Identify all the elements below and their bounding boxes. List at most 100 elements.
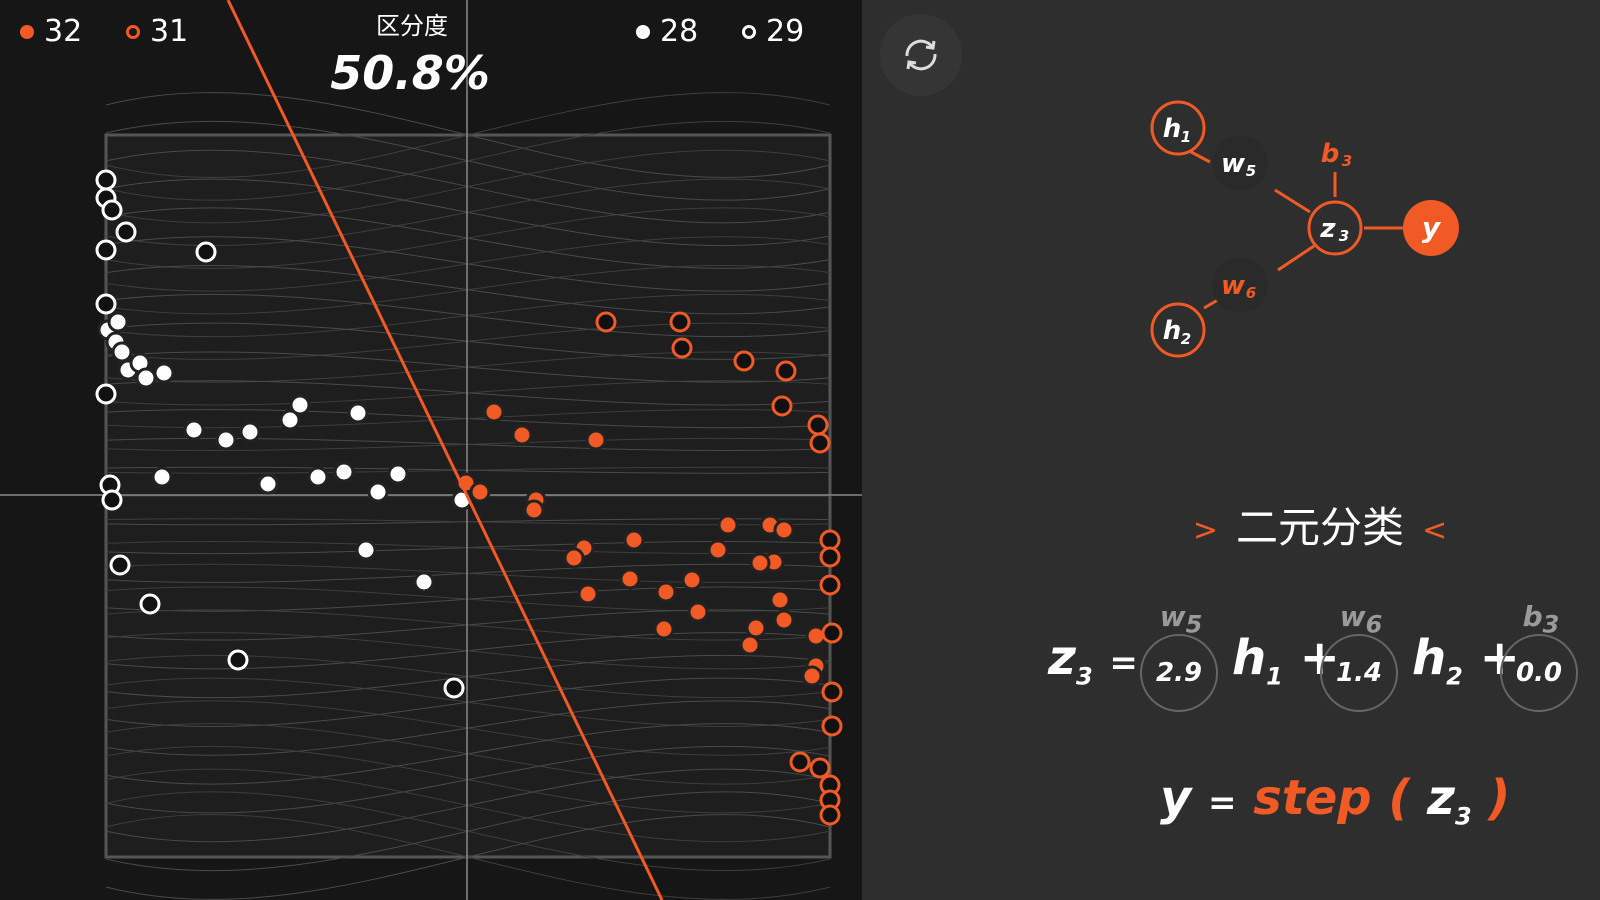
legend-count: 31 xyxy=(150,14,189,49)
white-filled-point xyxy=(215,429,237,451)
legend-white-hollow: 29 xyxy=(742,14,804,49)
w6-control: w6 1.4 xyxy=(1320,600,1402,712)
white-hollow-dot-icon xyxy=(742,24,756,39)
white-hollow-point xyxy=(95,169,117,191)
orange-hollow-point xyxy=(809,432,831,454)
white-hollow-point xyxy=(139,593,161,615)
orange-filled-point xyxy=(773,519,795,541)
legend-orange-filled: 32 xyxy=(20,14,82,49)
orange-hollow-point xyxy=(771,395,793,417)
h1-label: h xyxy=(1163,114,1182,144)
orange-hollow-point xyxy=(733,350,755,372)
white-filled-point xyxy=(347,402,369,424)
b3-value-button[interactable]: 0.0 xyxy=(1500,634,1578,712)
bias-b3[interactable]: b 3 xyxy=(1321,139,1353,170)
orange-filled-point xyxy=(619,568,641,590)
orange-filled-point xyxy=(623,529,645,551)
score-label: 区分度 xyxy=(376,12,448,40)
white-filled-point xyxy=(413,571,435,593)
refresh-button[interactable] xyxy=(880,14,962,96)
act-close: ) xyxy=(1488,770,1511,826)
white-filled-point xyxy=(151,466,173,488)
b3-bubble-label: b3 xyxy=(1522,600,1560,639)
orange-filled-point xyxy=(563,547,585,569)
orange-hollow-point xyxy=(819,529,841,551)
orange-filled-point xyxy=(773,609,795,631)
act-fn: step xyxy=(1253,770,1372,826)
orange-hollow-point xyxy=(789,751,811,773)
orange-filled-point xyxy=(653,618,675,640)
title-text: 二元分类 xyxy=(1235,503,1404,552)
white-filled-dot-icon xyxy=(636,24,650,39)
w5-value-button[interactable]: 2.9 xyxy=(1140,634,1218,712)
orange-hollow-point xyxy=(821,681,843,703)
node-h1[interactable]: h 1 xyxy=(1150,100,1206,156)
white-hollow-point xyxy=(101,489,123,511)
node-y[interactable]: y xyxy=(1403,200,1459,256)
w6-label: w xyxy=(1221,271,1246,301)
white-hollow-point xyxy=(227,649,249,671)
legend-orange-hollow: 31 xyxy=(126,14,188,49)
legend-white-filled: 28 xyxy=(636,14,698,49)
h1-sub: 1 xyxy=(1181,128,1191,146)
white-filled-point xyxy=(239,421,261,443)
orange-hollow-point xyxy=(669,311,691,333)
act-z: z3 xyxy=(1427,770,1472,831)
node-z3[interactable]: z 3 xyxy=(1307,200,1363,256)
weight-w5[interactable]: w 5 xyxy=(1212,135,1268,191)
orange-hollow-point xyxy=(775,360,797,382)
act-open: ( xyxy=(1388,770,1411,826)
orange-filled-point xyxy=(749,552,771,574)
white-hollow-point xyxy=(195,241,217,263)
activation-equation: y = step ( z3 ) xyxy=(1160,770,1520,840)
z3-sub: 3 xyxy=(1339,227,1349,245)
title-right-arrow: < xyxy=(1422,513,1448,548)
orange-hollow-point xyxy=(819,574,841,596)
orange-filled-point xyxy=(655,581,677,603)
orange-filled-point xyxy=(585,429,607,451)
orange-filled-point xyxy=(801,665,823,687)
legend-count: 32 xyxy=(44,14,83,49)
white-filled-point xyxy=(367,481,389,503)
w6-value-button[interactable]: 1.4 xyxy=(1320,634,1398,712)
h2-label: h xyxy=(1163,316,1182,346)
white-hollow-point xyxy=(95,383,117,405)
orange-filled-point xyxy=(469,481,491,503)
act-y: y xyxy=(1160,770,1192,826)
network-diagram: h 1 h 2 w 5 w 6 b 3 z 3 y xyxy=(1150,100,1459,358)
y-label: y xyxy=(1422,211,1442,244)
orange-filled-point xyxy=(707,539,729,561)
w5-sub: 5 xyxy=(1246,162,1256,180)
white-hollow-point xyxy=(95,293,117,315)
node-h2[interactable]: h 2 xyxy=(1150,302,1206,358)
orange-filled-point xyxy=(687,601,709,623)
orange-hollow-point xyxy=(819,546,841,568)
weight-w6[interactable]: w 6 xyxy=(1212,257,1268,313)
title-left-arrow: > xyxy=(1192,513,1218,548)
orange-filled-point xyxy=(483,401,505,423)
orange-filled-point xyxy=(523,499,545,521)
plot-panel: 32 31 28 29 区分度 50.8% xyxy=(0,0,862,900)
orange-hollow-point xyxy=(595,311,617,333)
w6-sub: 6 xyxy=(1246,284,1256,302)
white-filled-point xyxy=(107,311,129,333)
orange-filled-point xyxy=(577,583,599,605)
white-filled-point xyxy=(355,539,377,561)
white-filled-point xyxy=(307,466,329,488)
act-eq: = xyxy=(1208,783,1237,823)
orange-hollow-point xyxy=(671,337,693,359)
orange-filled-point xyxy=(511,424,533,446)
w6-bubble-label: w6 xyxy=(1339,600,1383,639)
orange-filled-point xyxy=(745,617,767,639)
orange-hollow-dot-icon xyxy=(126,24,140,39)
w5-label: w xyxy=(1221,149,1246,179)
white-filled-point xyxy=(183,419,205,441)
eq-lhs: z3 = xyxy=(1048,630,1138,691)
orange-filled-point xyxy=(681,569,703,591)
orange-filled-point xyxy=(717,514,739,536)
white-filled-point xyxy=(153,362,175,384)
refresh-icon xyxy=(905,39,937,71)
scatter-plot[interactable] xyxy=(0,0,862,900)
orange-filled-point xyxy=(739,634,761,656)
white-filled-point xyxy=(289,394,311,416)
